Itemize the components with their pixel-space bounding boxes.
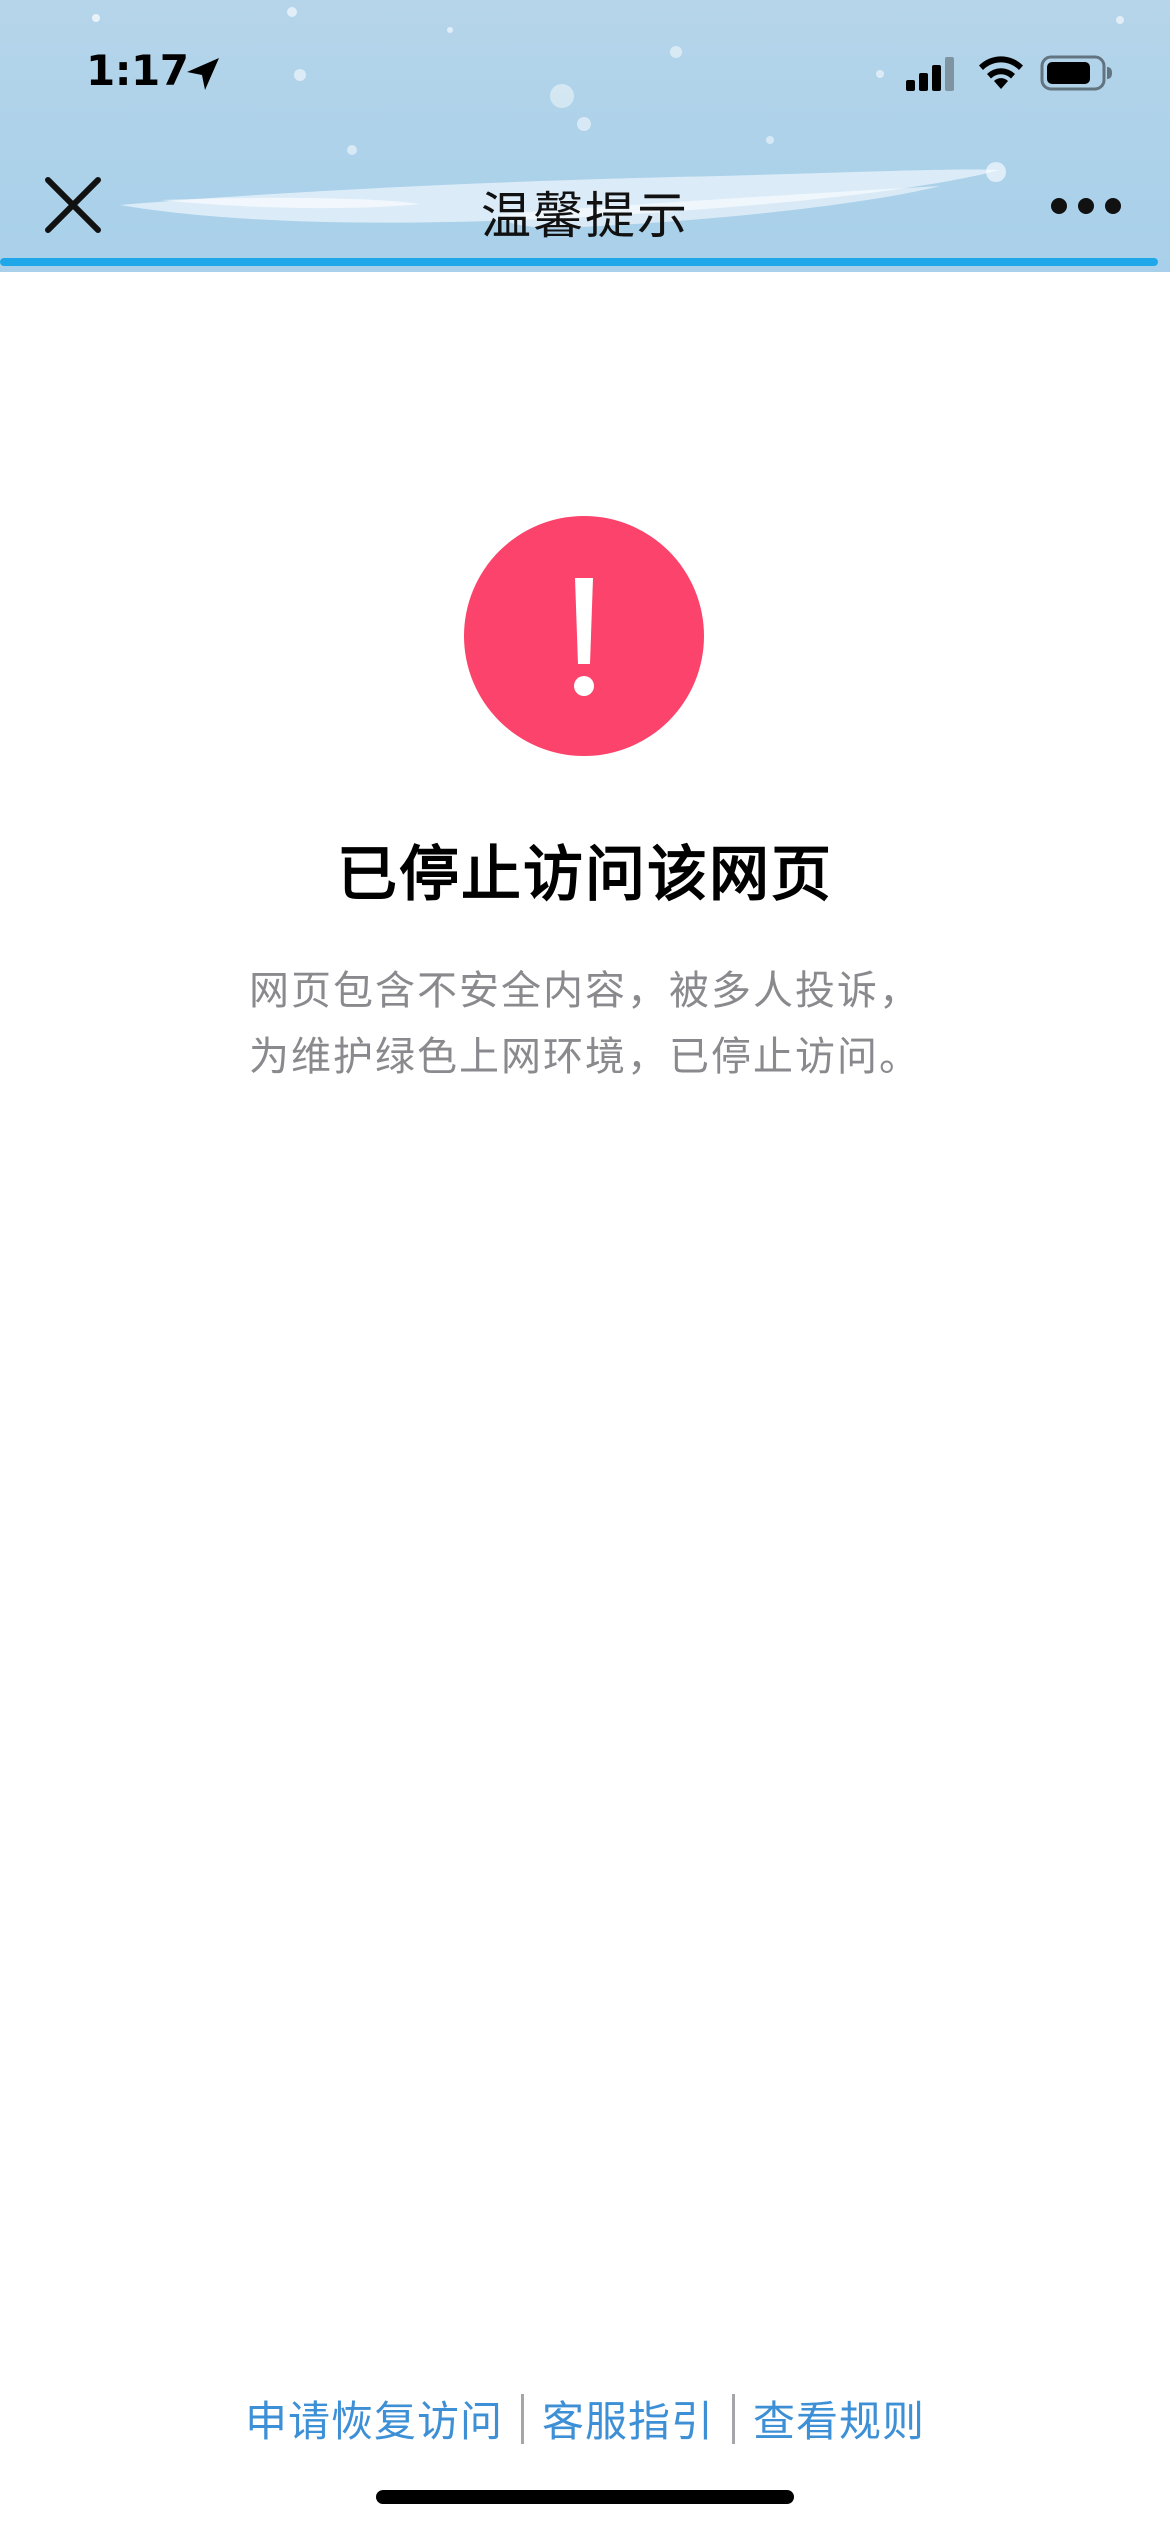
home-indicator[interactable]	[376, 2490, 794, 2504]
footer-links: 申请恢复访问 客服指引 查看规则	[0, 2388, 1170, 2449]
location-arrow-icon	[187, 58, 219, 90]
link-separator	[732, 2393, 735, 2444]
battery-icon	[1040, 55, 1112, 91]
wifi-icon	[979, 56, 1023, 89]
blocked-title: 已停止访问该网页	[337, 840, 833, 910]
description-line-2: 为维护绿色上网环境，已停止访问。	[249, 1034, 921, 1080]
status-time: 1:17	[86, 46, 189, 95]
link-separator	[520, 2393, 524, 2444]
blocked-description: 网页包含不安全内容，被多人投诉， 为维护绿色上网环境，已停止访问。	[0, 958, 1170, 1090]
page-load-progress-bar	[0, 258, 1158, 266]
request-restore-access-link[interactable]: 申请恢复访问	[245, 2388, 503, 2449]
page-title: 温馨提示	[481, 187, 689, 245]
view-rules-link[interactable]: 查看规则	[753, 2388, 925, 2449]
top-header: 1:17 温馨提示	[0, 0, 1170, 272]
more-dots-icon[interactable]	[1048, 186, 1124, 226]
exclamation-icon	[464, 516, 704, 756]
cellular-signal-icon	[906, 57, 954, 91]
description-line-1: 网页包含不安全内容，被多人投诉，	[249, 968, 921, 1014]
customer-service-guide-link[interactable]: 客服指引	[542, 2388, 714, 2449]
